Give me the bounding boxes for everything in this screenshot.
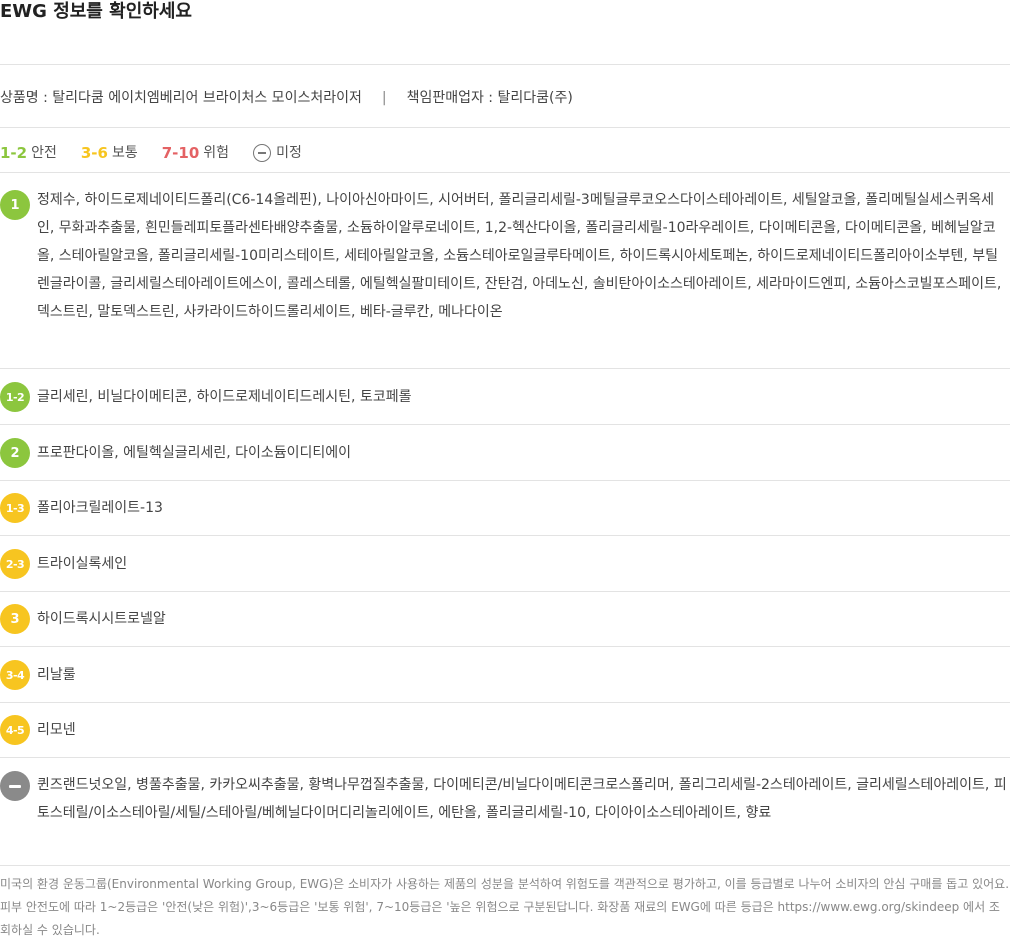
divider <box>0 127 1010 128</box>
divider <box>0 757 1010 758</box>
minus-icon <box>0 771 30 801</box>
seller-name: 책임판매업자 : 탈리다쿰(주) <box>406 90 573 106</box>
product-info: 상품명 : 탈리다쿰 에이치엠베리어 브라이처스 모이스처라이저 | 책임판매업자 … <box>0 88 573 108</box>
grade-badge: 1-2 <box>0 382 30 412</box>
grade-badge: 1-3 <box>0 493 30 523</box>
divider <box>0 535 1010 536</box>
separator: | <box>381 90 387 106</box>
ingredient-list: 퀸즈랜드넛오일, 병풀추출물, 카카오씨추출물, 황벽나무껍질추출물, 다이메티… <box>37 777 1007 821</box>
grade-badge: 3-4 <box>0 660 30 690</box>
grade-badge: 4-5 <box>0 715 30 745</box>
divider <box>0 865 1010 866</box>
divider <box>0 591 1010 592</box>
ingredient-list: 트라이실록세인 <box>37 556 128 572</box>
ewg-footnote: 미국의 환경 운동그룹(Environmental Working Group,… <box>0 877 1010 937</box>
page-title: EWG 정보를 확인하세요 <box>0 1 192 22</box>
ingredient-list: 정제수, 하이드로제네이티드폴리(C6-14올레핀), 나이아신아마이드, 시어… <box>37 192 1002 320</box>
ingredient-list: 하이드록시시트로넬알 <box>37 611 166 627</box>
ingredient-list: 프로판다이올, 에틸헥실글리세린, 다이소듐이디티에이 <box>37 445 352 461</box>
ingredient-list: 리모넨 <box>37 722 76 738</box>
divider <box>0 702 1010 703</box>
grade-badge: 2 <box>0 438 30 468</box>
divider <box>0 172 1010 173</box>
minus-circle-icon <box>253 144 272 162</box>
legend-risk: 7-10 위험 <box>161 144 230 162</box>
divider <box>0 368 1010 369</box>
legend-safe: 1-2 안전 <box>0 144 57 162</box>
divider <box>0 646 1010 647</box>
grade-legend: 1-2 안전 3-6 보통 7-10 위험 미정 <box>0 143 326 163</box>
grade-badge: 1 <box>0 190 30 220</box>
ingredient-list: 글리세린, 비닐다이메티콘, 하이드로제네이티드레시틴, 토코페롤 <box>37 389 412 405</box>
product-name: 상품명 : 탈리다쿰 에이치엠베리어 브라이처스 모이스처라이저 <box>0 90 362 106</box>
ingredient-list: 폴리아크릴레이트-13 <box>37 500 163 516</box>
divider <box>0 64 1010 65</box>
divider <box>0 424 1010 425</box>
grade-badge: 2-3 <box>0 549 30 579</box>
grade-badge: 3 <box>0 604 30 634</box>
divider <box>0 480 1010 481</box>
ingredient-list: 리날룰 <box>37 667 76 683</box>
legend-normal: 3-6 보통 <box>80 144 138 162</box>
legend-undefined: 미정 <box>253 143 302 163</box>
